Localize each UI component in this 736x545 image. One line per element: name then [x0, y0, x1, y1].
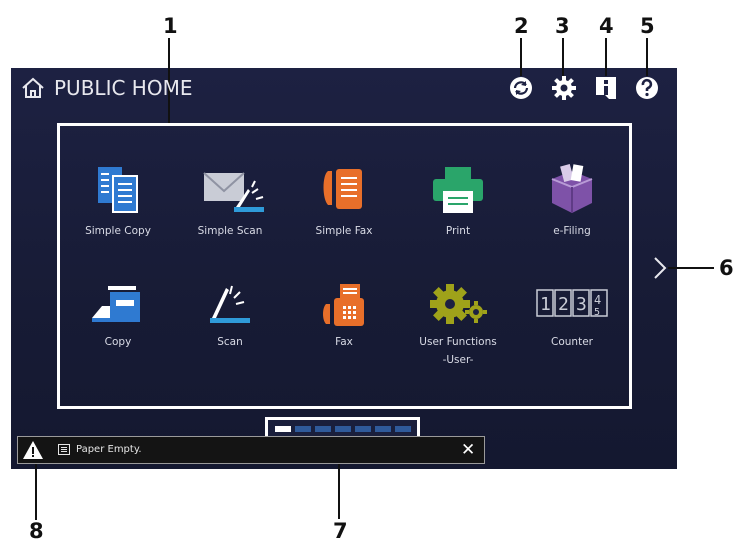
page-dot-1[interactable] [275, 426, 291, 432]
tile-label-sub: -User- [442, 354, 474, 366]
help-icon[interactable] [634, 75, 660, 101]
page-dot-3[interactable] [315, 426, 331, 432]
copy-icon [92, 286, 140, 322]
tile-label: Counter [551, 336, 593, 348]
printer-icon [433, 167, 483, 213]
callout-2: 2 [514, 14, 529, 38]
tile-user-functions[interactable]: User Functions -User- [408, 282, 508, 366]
tile-label: User Functions [419, 336, 497, 348]
simple-fax-icon [323, 169, 362, 209]
tile-label: Copy [104, 336, 132, 348]
status-text: Paper Empty. [76, 444, 142, 455]
tile-e-filing[interactable]: e-Filing [522, 163, 622, 237]
simple-scan-icon [203, 172, 264, 212]
warning-icon [23, 441, 43, 459]
leader-2 [520, 38, 522, 76]
efiling-box-icon [551, 163, 593, 213]
page-dot-4[interactable] [335, 426, 351, 432]
leader-4 [605, 38, 607, 76]
callout-7: 7 [333, 519, 348, 543]
leader-6 [668, 267, 714, 269]
page-title: PUBLIC HOME [54, 76, 193, 100]
tile-copy[interactable]: Copy [68, 282, 168, 348]
tile-fax[interactable]: Fax [294, 282, 394, 348]
tile-label: Scan [217, 336, 243, 348]
callout-4: 4 [599, 14, 614, 38]
close-icon[interactable]: ✕ [461, 440, 475, 460]
page-dot-5[interactable] [355, 426, 371, 432]
leader-5 [646, 38, 648, 76]
callout-1: 1 [163, 14, 178, 38]
svg-text:2: 2 [558, 294, 569, 315]
page-dot-7[interactable] [395, 426, 411, 432]
svg-text:4: 4 [594, 293, 601, 307]
svg-text:5: 5 [594, 307, 600, 318]
simple-copy-icon [98, 167, 138, 213]
tile-label: Print [445, 225, 471, 237]
next-page-chevron-icon[interactable] [653, 256, 667, 280]
callout-8: 8 [29, 519, 44, 543]
tile-label: e-Filing [553, 225, 591, 237]
callout-6: 6 [719, 256, 734, 280]
tile-print[interactable]: Print [408, 163, 508, 237]
status-message-bar[interactable]: Paper Empty. ✕ [17, 436, 485, 464]
fax-icon [323, 284, 364, 326]
settings-gear-icon[interactable] [551, 75, 577, 101]
svg-text:3: 3 [576, 294, 587, 315]
tile-scan[interactable]: Scan [180, 282, 280, 348]
callout-3: 3 [555, 14, 570, 38]
counter-icon: 1 2 3 45 [536, 289, 608, 318]
svg-text:1: 1 [540, 294, 551, 315]
scan-icon [210, 285, 250, 323]
refresh-icon[interactable] [508, 75, 534, 101]
page-dot-6[interactable] [375, 426, 391, 432]
message-list-icon [58, 444, 70, 455]
leader-8 [35, 460, 37, 520]
tile-label: Fax [335, 336, 353, 348]
tile-label: Simple Scan [197, 225, 263, 237]
tile-counter[interactable]: 12345 Counter [522, 282, 622, 348]
home-icon[interactable] [21, 77, 45, 99]
tile-simple-scan[interactable]: Simple Scan [180, 163, 280, 237]
tile-label: Simple Fax [315, 225, 373, 237]
tile-simple-copy[interactable]: Simple Copy [68, 163, 168, 237]
tile-simple-fax[interactable]: Simple Fax [294, 163, 394, 237]
leader-3 [562, 38, 564, 76]
tile-label: Simple Copy [85, 225, 151, 237]
info-icon[interactable] [593, 75, 619, 101]
gears-icon [430, 284, 487, 324]
callout-5: 5 [640, 14, 655, 38]
page-dot-2[interactable] [295, 426, 311, 432]
